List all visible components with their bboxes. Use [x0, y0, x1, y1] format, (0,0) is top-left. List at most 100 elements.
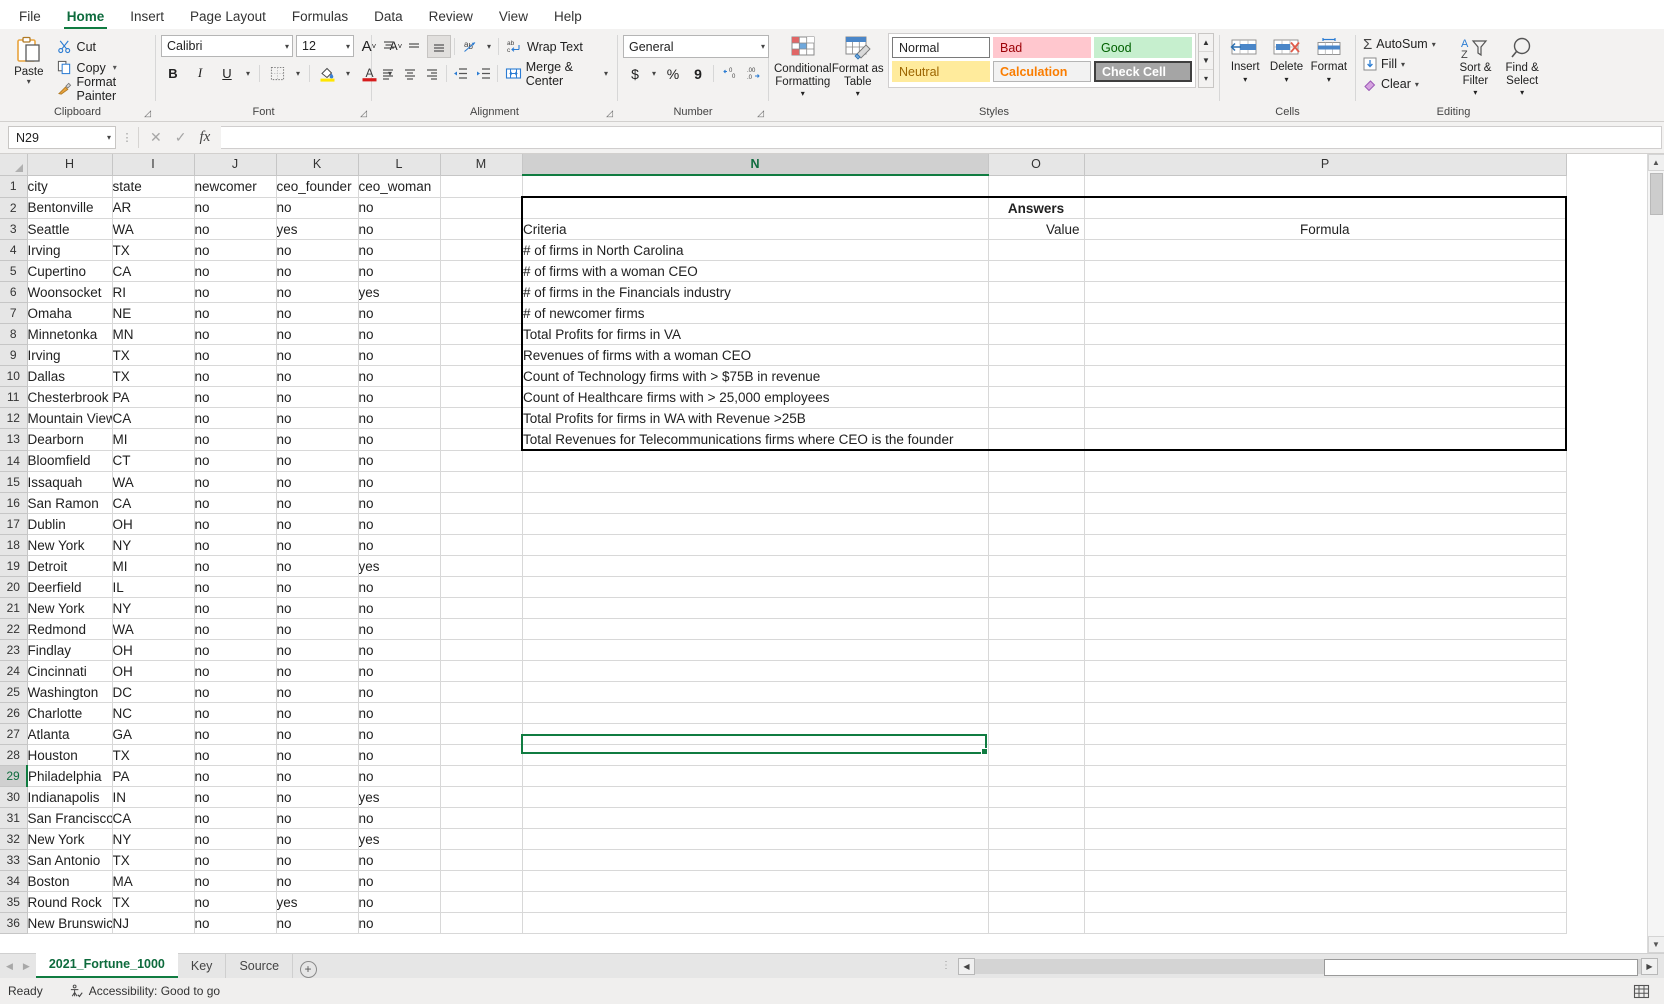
cell-H15[interactable]: Issaquah: [27, 471, 113, 493]
cell-J12[interactable]: no: [194, 407, 277, 429]
chevron-down-icon[interactable]: ▾: [342, 69, 354, 78]
chevron-down-icon[interactable]: ▾: [1432, 40, 1436, 49]
cell-L35[interactable]: no: [358, 891, 441, 913]
row-header-28[interactable]: 28: [0, 744, 28, 766]
cell-H26[interactable]: Charlotte: [27, 702, 113, 724]
cell-N18[interactable]: [522, 534, 989, 556]
cell-P6[interactable]: [1084, 281, 1567, 303]
cell-K30[interactable]: no: [276, 786, 359, 808]
row-header-27[interactable]: 27: [0, 723, 28, 745]
cell-style-bad[interactable]: Bad: [993, 37, 1091, 58]
cell-K15[interactable]: no: [276, 471, 359, 493]
cell-L20[interactable]: no: [358, 576, 441, 598]
ribbon-tab-home[interactable]: Home: [54, 6, 118, 29]
cell-I26[interactable]: NC: [112, 702, 195, 724]
italic-button[interactable]: I: [188, 62, 212, 85]
scroll-right-icon[interactable]: ▶: [1641, 957, 1658, 975]
cell-J17[interactable]: no: [194, 513, 277, 535]
cell-L14[interactable]: no: [358, 450, 441, 472]
cell-P10[interactable]: [1084, 365, 1567, 387]
cell-L11[interactable]: no: [358, 386, 441, 408]
cell-N7[interactable]: # of newcomer firms: [521, 302, 989, 324]
cell-N12[interactable]: Total Profits for firms in WA with Reven…: [521, 407, 989, 429]
cell-O17[interactable]: [988, 513, 1085, 535]
cell-M2[interactable]: [440, 197, 523, 219]
cell-M4[interactable]: [440, 239, 523, 261]
cell-O13[interactable]: [988, 428, 1085, 451]
cell-P20[interactable]: [1084, 576, 1567, 598]
cell-O33[interactable]: [988, 849, 1085, 871]
cell-N13[interactable]: Total Revenues for Telecommunications fi…: [521, 428, 989, 451]
chevron-down-icon[interactable]: ▾: [1520, 87, 1524, 100]
cell-H20[interactable]: Deerfield: [27, 576, 113, 598]
cell-N20[interactable]: [522, 576, 989, 598]
cell-J6[interactable]: no: [194, 281, 277, 303]
cell-O21[interactable]: [988, 597, 1085, 619]
cell-K3[interactable]: yes: [276, 218, 359, 240]
currency-format-button[interactable]: $: [623, 62, 647, 85]
cell-H11[interactable]: Chesterbrook: [27, 386, 113, 408]
ribbon-tab-data[interactable]: Data: [361, 6, 416, 29]
cell-L5[interactable]: no: [358, 260, 441, 282]
cell-I35[interactable]: TX: [112, 891, 195, 913]
accessibility-status[interactable]: Accessibility: Good to go: [69, 984, 220, 999]
row-header-3[interactable]: 3: [0, 218, 28, 240]
cell-M24[interactable]: [440, 660, 523, 682]
cell-O2[interactable]: Answers: [988, 196, 1085, 219]
cell-M22[interactable]: [440, 618, 523, 640]
cell-N11[interactable]: Count of Healthcare firms with > 25,000 …: [521, 386, 989, 408]
cell-O8[interactable]: [988, 323, 1085, 345]
cell-P9[interactable]: [1084, 344, 1567, 366]
cell-L36[interactable]: no: [358, 912, 441, 934]
fill-button[interactable]: Fill ▾: [1361, 54, 1453, 74]
chevron-down-icon[interactable]: ▾: [292, 69, 304, 78]
cell-M1[interactable]: [440, 175, 523, 198]
cell-J24[interactable]: no: [194, 660, 277, 682]
cell-M5[interactable]: [440, 260, 523, 282]
column-header-m[interactable]: M: [440, 154, 523, 176]
cell-I7[interactable]: NE: [112, 302, 195, 324]
conditional-formatting-button[interactable]: Conditional Formatting ▾: [774, 33, 832, 101]
merge-center-button[interactable]: Merge & Center ▾: [501, 60, 612, 88]
cell-H28[interactable]: Houston: [27, 744, 113, 766]
cell-J4[interactable]: no: [194, 239, 277, 261]
cell-M9[interactable]: [440, 344, 523, 366]
bold-button[interactable]: B: [161, 62, 185, 85]
cell-M27[interactable]: [440, 723, 523, 745]
cell-I9[interactable]: TX: [112, 344, 195, 366]
cell-N22[interactable]: [522, 618, 989, 640]
cell-I6[interactable]: RI: [112, 281, 195, 303]
cell-K1[interactable]: ceo_founder: [276, 175, 359, 198]
worksheet-grid[interactable]: HIJKLMNOP 1 city state newcomer ceo_founder c…: [0, 154, 1647, 953]
formula-bar-grip[interactable]: ⋮: [116, 131, 138, 144]
cell-J14[interactable]: no: [194, 450, 277, 472]
row-header-15[interactable]: 15: [0, 471, 28, 493]
cell-N19[interactable]: [522, 555, 989, 577]
cell-I34[interactable]: MA: [112, 870, 195, 892]
paste-button[interactable]: Paste ▾: [5, 33, 53, 86]
cell-K36[interactable]: no: [276, 912, 359, 934]
cell-I10[interactable]: TX: [112, 365, 195, 387]
cell-O9[interactable]: [988, 344, 1085, 366]
next-sheet-icon[interactable]: ▶: [23, 961, 30, 972]
cell-N31[interactable]: [522, 807, 989, 829]
cell-H12[interactable]: Mountain View: [27, 407, 113, 429]
chevron-down-icon[interactable]: ▾: [113, 63, 117, 72]
cell-I33[interactable]: TX: [112, 849, 195, 871]
ribbon-tab-insert[interactable]: Insert: [117, 6, 177, 29]
cell-L8[interactable]: no: [358, 323, 441, 345]
cell-J22[interactable]: no: [194, 618, 277, 640]
cell-O31[interactable]: [988, 807, 1085, 829]
chevron-down-icon[interactable]: ▾: [648, 69, 660, 78]
cell-N17[interactable]: [522, 513, 989, 535]
cell-J18[interactable]: no: [194, 534, 277, 556]
cell-P5[interactable]: [1084, 260, 1567, 282]
cell-M10[interactable]: [440, 365, 523, 387]
cell-O32[interactable]: [988, 828, 1085, 850]
column-header-h[interactable]: H: [27, 154, 113, 176]
cell-H17[interactable]: Dublin: [27, 513, 113, 535]
autosum-button[interactable]: Σ AutoSum ▾: [1361, 34, 1453, 54]
ribbon-tab-review[interactable]: Review: [416, 6, 486, 29]
cell-O7[interactable]: [988, 302, 1085, 324]
cell-L1[interactable]: ceo_woman: [358, 175, 441, 198]
